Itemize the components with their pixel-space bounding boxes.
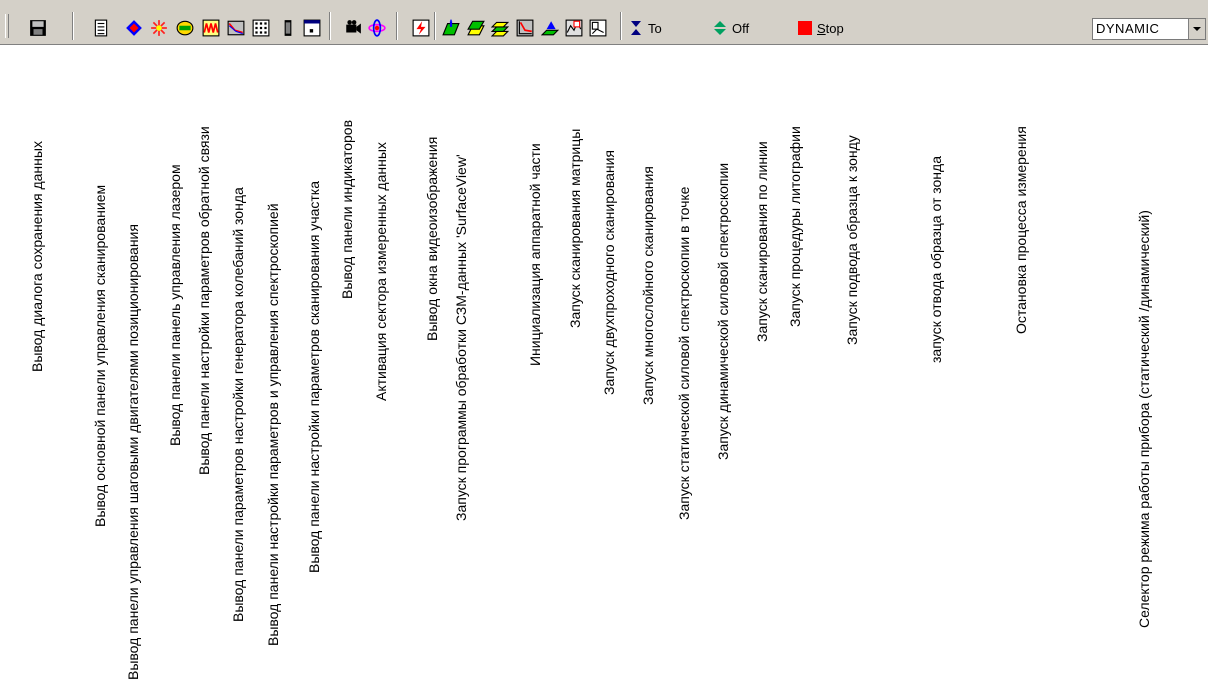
matrix-scan-icon [442,19,460,36]
mode-select-value: DYNAMIC [1096,21,1160,36]
scan-area-button[interactable] [251,18,271,38]
caption-indicators: Вывод панели индикаторов [339,119,355,299]
surfaceview-icon [368,19,386,37]
stop-button[interactable]: Stop [797,17,844,39]
static-spectroscopy-button[interactable] [515,18,535,38]
static-spectroscopy-icon [516,19,534,37]
lithography-button[interactable] [588,18,608,38]
caption-feedback: Вывод панели настройки параметров обратн… [196,126,212,475]
caption-line-scan: Запуск сканирования по линии [754,141,770,342]
caption-scan-panel: Вывод основной панели управления сканиро… [92,184,108,527]
hardware-init-icon [412,19,430,37]
caption-stop: Остановка процесса измерения [1013,126,1029,334]
two-pass-scan-button[interactable] [466,18,486,38]
toolbar-separator [396,12,398,40]
scan-area-icon [252,19,270,37]
caption-two-pass-scan: Запуск двухпроходного сканирования [601,150,617,395]
stop-icon [798,21,812,35]
caption-multilayer-scan: Запуск многослойного сканирования [640,166,656,405]
caption-scan-area: Вывод панели настройки параметров сканир… [306,180,322,573]
mode-select[interactable]: DYNAMIC [1092,18,1206,40]
scan-panel-button[interactable] [91,18,111,38]
lithography-icon [589,19,607,37]
caption-video: Вывод окна видеоизображения [424,136,440,341]
video-button[interactable] [343,18,363,38]
caption-oscillator: Вывод панели параметров настройки генера… [230,187,246,622]
stop-label-rest: top [825,20,844,36]
save-icon [30,20,46,36]
approach-button[interactable]: To [628,17,662,39]
indicators-icon [284,20,292,36]
line-scan-button[interactable] [564,18,584,38]
caption-spectroscopy: Вывод панели настройки параметров и упра… [265,203,281,646]
caption-static-spectroscopy: Запуск статической силовой спектроскопии… [676,186,692,520]
toolbar-grip[interactable] [5,14,9,38]
video-icon [346,20,361,34]
caption-hardware-init: Инициализация аппаратной части [527,143,543,366]
oscillator-button[interactable] [201,18,221,38]
toolbar-separator [72,12,74,40]
retract-button[interactable]: Off [712,17,749,39]
caption-data-sector: Активация сектора измеренных данных [373,142,389,401]
laser-icon [151,20,167,36]
stepper-motors-button[interactable] [124,18,144,38]
retract-label: Off [732,20,750,36]
caption-retract: запуск отвода образца от зонда [928,156,944,363]
matrix-scan-button[interactable] [441,18,461,38]
toolbar-separator [620,12,622,40]
data-sector-button[interactable] [302,18,322,38]
caption-surfaceview: Запуск программы обработки СЗМ-данных 'S… [453,154,469,521]
scan-panel-icon [94,19,108,37]
save-data-button[interactable] [28,18,48,38]
approach-label: To [648,20,662,36]
caption-approach: Запуск подвода образца к зонду [844,135,860,345]
retract-icon [714,21,726,35]
caption-mode-select: Селектор режима работы прибора (статичес… [1136,210,1152,628]
toolbar-separator [329,12,331,40]
indicators-button[interactable] [278,18,298,38]
data-sector-icon [303,19,321,37]
caption-laser: Вывод панели панель управления лазером [167,164,183,446]
caption-lithography: Запуск процедуры литографии [787,126,803,327]
dropdown-arrow-icon[interactable] [1188,19,1205,39]
dynamic-spectroscopy-button[interactable] [540,18,560,38]
laser-button[interactable] [149,18,169,38]
caption-stepper-motors: Вывод панели управления шаговыми двигате… [125,224,141,680]
multilayer-scan-button[interactable] [490,18,510,38]
toolbar-separator [434,12,436,40]
stop-label-hotkey: S [817,20,826,36]
caption-save: Вывод диалога сохранения данных [29,141,45,372]
hardware-init-button[interactable] [411,18,431,38]
two-pass-scan-icon [467,20,485,36]
surfaceview-button[interactable] [367,18,387,38]
spectroscopy-icon [227,20,245,36]
caption-matrix-scan: Запуск сканирования матрицы [567,128,583,328]
approach-icon [631,21,641,35]
caption-dynamic-spectroscopy: Запуск динамической силовой спектроскопи… [715,162,731,460]
multilayer-scan-icon [491,21,509,37]
feedback-icon [176,20,194,36]
line-scan-icon [565,19,583,37]
stepper-motors-icon [126,20,142,36]
oscillator-icon [202,19,220,37]
main-toolbar: To Off Stop DYNAMIC [0,0,1208,45]
feedback-button[interactable] [175,18,195,38]
dynamic-spectroscopy-icon [541,21,559,36]
spectroscopy-button[interactable] [226,18,246,38]
